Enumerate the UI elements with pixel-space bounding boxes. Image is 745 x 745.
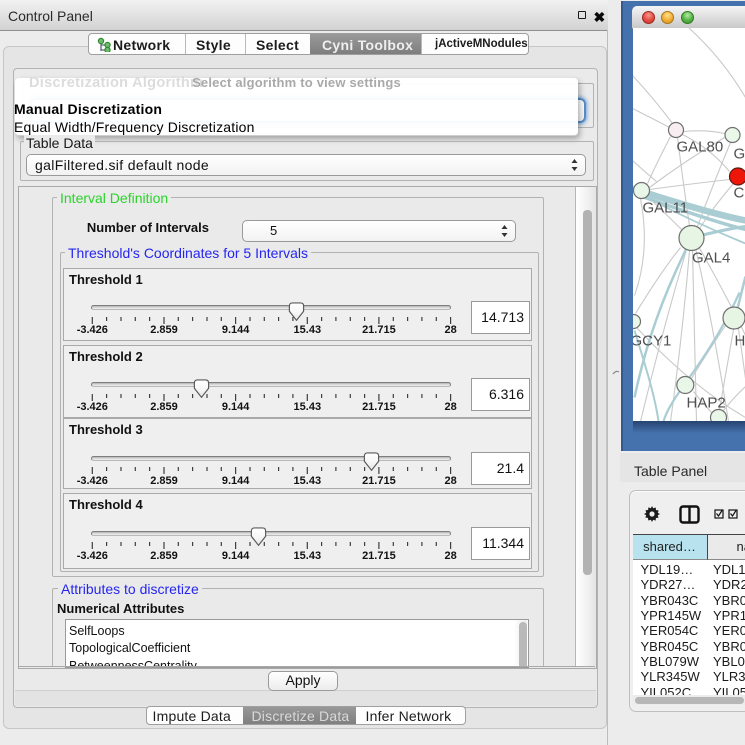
svg-text:GAL11: GAL11 [642,199,688,216]
svg-text:GAL4: GAL4 [692,249,730,266]
svg-text:HAP2: HAP2 [686,394,725,411]
svg-text:G.: G. [733,145,745,162]
svg-text:H: H [734,332,745,349]
svg-text:GAL80: GAL80 [676,138,723,155]
svg-text:C: C [733,184,744,201]
svg-text:GCY1: GCY1 [633,332,671,349]
